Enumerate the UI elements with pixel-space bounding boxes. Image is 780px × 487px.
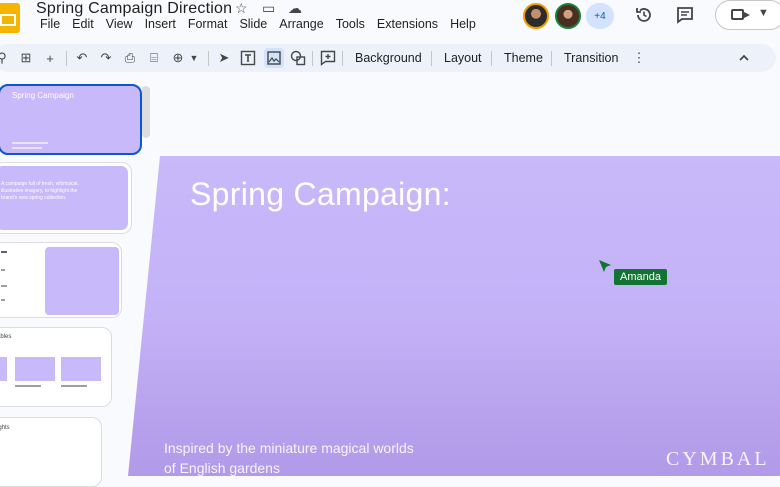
slide-thumbnail-5[interactable]: ights: [0, 417, 102, 487]
thumbnail-body: A campaign full of fresh, whimsical, ill…: [1, 181, 79, 201]
more-options-icon[interactable]: ⋮: [631, 50, 647, 66]
slide-title[interactable]: Spring Campaign:: [190, 176, 451, 213]
search-menus-icon[interactable]: ⚲: [0, 50, 10, 66]
text-box-icon[interactable]: [240, 50, 256, 66]
thumbnail-text-line: [12, 147, 42, 149]
chevron-down-icon: ▼: [758, 7, 769, 19]
collaborator-avatar[interactable]: [555, 3, 581, 29]
select-cursor-icon[interactable]: ➤: [216, 50, 232, 66]
top-bar: Spring Campaign Direction ☆ ▭ ☁ File Edi…: [0, 0, 780, 38]
menu-bar: File Edit View Insert Format Slide Arran…: [34, 17, 482, 31]
theme-button[interactable]: Theme: [504, 51, 543, 65]
collaborator-avatar[interactable]: [523, 3, 549, 29]
more-collaborators-badge[interactable]: +4: [586, 3, 614, 29]
toolbar: ⚲ ⊞ + ↶ ↷ ⎙ ⌸ ⊕ ▼ ➤ Background Layout Th…: [0, 44, 776, 72]
thumbnail-text-line: [1, 299, 5, 301]
thumbnail-title: ables: [0, 334, 12, 340]
slide-thumbnail-4[interactable]: ables: [0, 327, 112, 407]
collaborator-cursor-icon: [599, 260, 611, 272]
meet-button[interactable]: ▼: [715, 0, 780, 30]
add-comment-icon[interactable]: [320, 50, 336, 66]
move-folder-icon[interactable]: ▭: [262, 0, 275, 17]
version-history-icon[interactable]: [634, 6, 654, 24]
add-icon[interactable]: +: [42, 50, 58, 66]
comments-icon[interactable]: [675, 6, 695, 24]
menu-arrange[interactable]: Arrange: [273, 17, 329, 31]
menu-file[interactable]: File: [34, 17, 66, 31]
undo-icon[interactable]: ↶: [74, 50, 90, 66]
thumbnail-text-line: [1, 251, 7, 253]
toolbar-divider: [551, 51, 552, 66]
menu-tools[interactable]: Tools: [330, 17, 371, 31]
filmstrip-scrollbar[interactable]: [142, 86, 150, 138]
collapse-toolbar-icon[interactable]: [736, 50, 752, 66]
thumbnail-text-line: [12, 142, 48, 144]
slide-thumbnail-1[interactable]: Spring Campaign: [0, 84, 142, 155]
paint-format-icon[interactable]: ⌸: [146, 50, 162, 66]
thumbnail-title: Spring Campaign: [12, 91, 74, 100]
thumbnail-text-line: [1, 269, 5, 271]
thumbnail-image-block: [45, 247, 119, 315]
toolbar-divider: [491, 51, 492, 66]
thumbnail-text-line: [15, 385, 41, 387]
thumbnail-image-block: [15, 357, 55, 381]
cloud-status-icon[interactable]: ☁: [288, 0, 302, 17]
collaborator-name-tag: Amanda: [614, 269, 667, 285]
toolbar-divider: [208, 51, 209, 66]
transition-button[interactable]: Transition: [564, 51, 618, 65]
slide-subtitle[interactable]: Inspired by the miniature magical worlds…: [164, 438, 424, 476]
zoom-dropdown-icon[interactable]: ▼: [186, 50, 202, 66]
thumbnail-text-line: [61, 385, 87, 387]
star-icon[interactable]: ☆: [235, 0, 248, 17]
print-icon[interactable]: ⎙: [122, 50, 138, 66]
menu-insert[interactable]: Insert: [139, 17, 182, 31]
menu-format[interactable]: Format: [182, 17, 234, 31]
document-title[interactable]: Spring Campaign Direction: [36, 0, 232, 18]
thumbnail-image-block: [61, 357, 101, 381]
background-button[interactable]: Background: [355, 51, 422, 65]
slide-thumbnail-3[interactable]: [0, 242, 122, 318]
thumbnail-text-line: [1, 285, 7, 287]
menu-slide[interactable]: Slide: [233, 17, 273, 31]
brand-logo: CYMBAL: [666, 448, 770, 470]
video-camera-icon: [731, 9, 750, 20]
slides-logo-icon[interactable]: [0, 3, 20, 33]
layout-button[interactable]: Layout: [444, 51, 482, 65]
thumbnail-title: ights: [0, 425, 10, 431]
new-slide-icon[interactable]: ⊞: [18, 50, 34, 66]
toolbar-divider: [342, 51, 343, 66]
insert-image-icon[interactable]: [264, 48, 284, 68]
redo-icon[interactable]: ↷: [98, 50, 114, 66]
menu-help[interactable]: Help: [444, 17, 482, 31]
toolbar-divider: [312, 51, 313, 66]
toolbar-divider: [66, 51, 67, 66]
shape-icon[interactable]: [290, 50, 306, 66]
toolbar-divider: [431, 51, 432, 66]
menu-edit[interactable]: Edit: [66, 17, 100, 31]
menu-extensions[interactable]: Extensions: [371, 17, 444, 31]
slide-thumbnail-2[interactable]: A campaign full of fresh, whimsical, ill…: [0, 162, 132, 234]
thumbnail-image-block: [0, 357, 7, 381]
slide-canvas[interactable]: Spring Campaign: Inspired by the miniatu…: [128, 156, 780, 476]
slide-filmstrip[interactable]: Spring Campaign A campaign full of fresh…: [0, 75, 150, 487]
menu-view[interactable]: View: [100, 17, 139, 31]
zoom-icon[interactable]: ⊕: [170, 50, 186, 66]
